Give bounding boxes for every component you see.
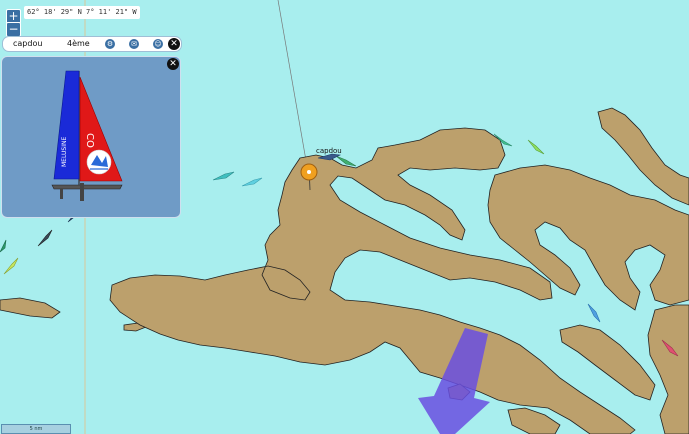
boat-panel: CO MELUSINE ✕ [1,56,181,218]
sail-text: MELUSINE [61,137,68,167]
boat-info-bar: capdou 4ème ⚙ ✉ ☺ ✕ [2,36,182,52]
settings-icon[interactable]: ⚙ [105,39,115,49]
info-bar-close-button[interactable]: ✕ [168,38,180,50]
boat-rank: 4ème [67,39,90,48]
mail-icon[interactable]: ✉ [129,39,139,49]
boat-illustration: CO MELUSINE [51,70,123,201]
scale-bar: 5 nm [1,424,71,434]
boat-name: capdou [13,39,43,48]
svg-text:CO: CO [84,133,95,148]
coordinates-readout: 62° 18' 29" N 7° 11' 21" W [24,6,140,19]
boat-panel-close-button[interactable]: ✕ [167,58,179,70]
own-boat-label: capdou [316,147,342,155]
user-icon[interactable]: ☺ [153,39,163,49]
zoom-out-button[interactable]: − [6,22,21,37]
